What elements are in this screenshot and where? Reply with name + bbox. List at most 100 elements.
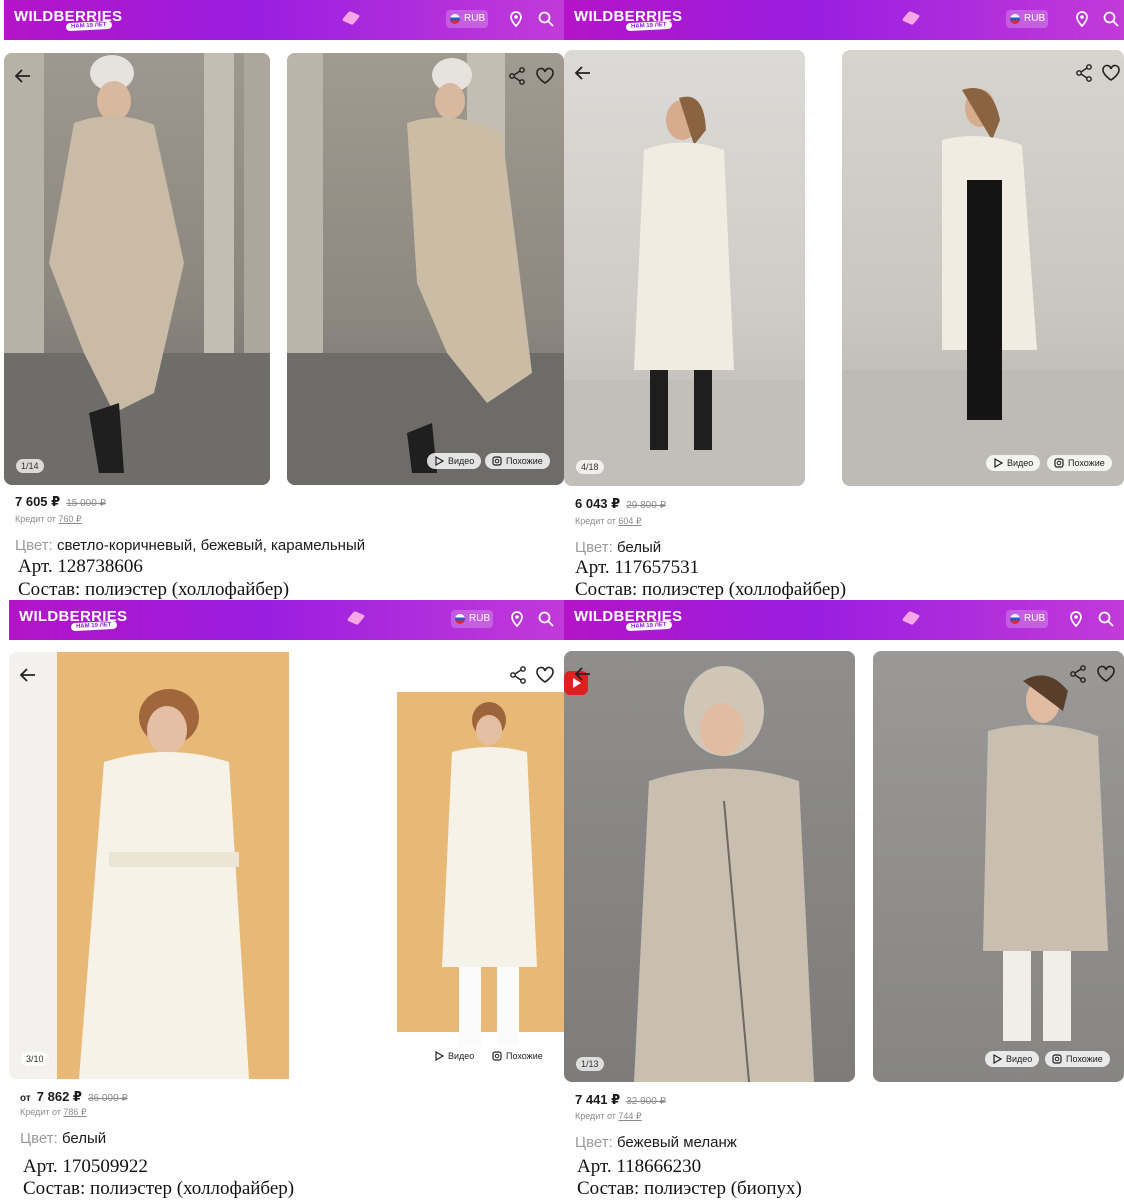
credit-label: Кредит от	[20, 1107, 61, 1117]
heart-icon[interactable]	[534, 664, 556, 686]
currency-selector[interactable]: RUB	[1006, 10, 1048, 28]
article-number: Арт. 117657531	[575, 557, 700, 578]
heart-icon[interactable]	[1095, 663, 1117, 685]
currency-selector[interactable]: RUB	[451, 610, 493, 628]
article-number: Арт. 118666230	[577, 1156, 702, 1177]
similar-button[interactable]: Похожие	[1047, 455, 1112, 471]
back-arrow-icon[interactable]	[12, 65, 34, 87]
credit-info[interactable]: Кредит от 786 ₽	[20, 1107, 87, 1118]
photo-counter: 3/10	[21, 1052, 49, 1066]
play-icon	[435, 456, 444, 466]
price-block: от 7 862 ₽ 36 000 ₽	[20, 1089, 128, 1105]
location-icon[interactable]	[1073, 10, 1091, 28]
color-value: белый	[61, 1130, 107, 1147]
product-card-3: WILDBERRIES НАМ 19 ЛЕТ RUB 3/10 Видео По…	[9, 600, 569, 1200]
color-info: Цвет: белый	[575, 539, 661, 556]
photo-illustration	[287, 53, 564, 485]
heart-icon[interactable]	[1100, 62, 1122, 84]
similar-label: Похожие	[506, 1051, 543, 1061]
location-icon[interactable]	[507, 10, 525, 28]
share-icon[interactable]	[506, 65, 528, 87]
product-photo-main[interactable]: 4/18	[564, 50, 805, 486]
share-icon[interactable]	[1067, 663, 1089, 685]
credit-label: Кредит от	[15, 514, 56, 524]
location-icon[interactable]	[1067, 610, 1085, 628]
currency-label: RUB	[469, 613, 491, 624]
old-price: 15 000 ₽	[66, 498, 106, 509]
back-arrow-icon[interactable]	[572, 62, 594, 84]
anniversary-badge: НАМ 19 ЛЕТ	[70, 620, 117, 632]
product-photo-secondary[interactable]: Видео Похожие	[347, 652, 569, 1079]
video-button[interactable]: Видео	[985, 1051, 1040, 1067]
app-header: WILDBERRIES НАМ 19 ЛЕТ RUB	[564, 600, 1124, 640]
flag-icon	[455, 614, 465, 624]
play-icon	[993, 1054, 1002, 1064]
photo-illustration	[564, 96, 805, 486]
back-arrow-icon[interactable]	[572, 663, 594, 685]
composition: Состав: полиэстер (холлофайбер)	[575, 579, 847, 600]
product-photo-secondary[interactable]: Видео Похожие	[873, 651, 1124, 1082]
color-value: бежевый меланж	[616, 1134, 737, 1151]
product-photo-main[interactable]: 3/10	[9, 652, 307, 1079]
credit-amount: 760 ₽	[58, 514, 82, 524]
video-button[interactable]: Видео	[986, 455, 1041, 471]
product-photo-main[interactable]: 1/13	[564, 651, 855, 1082]
similar-button[interactable]: Похожие	[485, 1048, 550, 1064]
current-price: 6 043 ₽	[575, 496, 621, 511]
share-icon[interactable]	[1073, 62, 1095, 84]
product-photo-main[interactable]: 1/14	[4, 53, 270, 485]
flag-icon	[450, 14, 460, 24]
credit-label: Кредит от	[575, 1111, 616, 1121]
flag-icon	[1010, 14, 1020, 24]
search-icon[interactable]	[1102, 10, 1120, 28]
currency-selector[interactable]: RUB	[1006, 610, 1048, 628]
photo-illustration	[4, 53, 270, 485]
color-info: Цвет: бежевый меланж	[575, 1134, 737, 1151]
composition: Состав: полиэстер (биопух)	[577, 1178, 802, 1199]
old-price: 36 000 ₽	[87, 1093, 128, 1104]
article-number: Арт. 170509922	[23, 1156, 148, 1177]
product-card-1: WILDBERRIES НАМ 19 ЛЕТ RUB 1/14 Видео По…	[4, 0, 564, 600]
color-label: Цвет:	[575, 1134, 613, 1151]
price-block: 7 441 ₽ 32 900 ₽	[575, 1092, 666, 1108]
decoration	[901, 10, 921, 26]
current-price: 7 441 ₽	[575, 1092, 621, 1107]
search-icon[interactable]	[1097, 610, 1115, 628]
search-icon[interactable]	[537, 10, 555, 28]
photo-counter: 4/18	[576, 460, 604, 474]
similar-icon	[492, 1051, 502, 1061]
color-value: светло-коричневый, бежевый, карамельный	[56, 537, 366, 554]
share-icon[interactable]	[507, 664, 529, 686]
similar-button[interactable]: Похожие	[485, 453, 550, 469]
heart-icon[interactable]	[534, 65, 556, 87]
photo-illustration	[564, 666, 814, 1082]
product-photo-secondary[interactable]: Видео Похожие	[287, 53, 564, 485]
similar-label: Похожие	[506, 456, 543, 466]
product-card-2: WILDBERRIES НАМ 19 ЛЕТ RUB 4/18 Видео По…	[564, 0, 1124, 600]
color-label: Цвет:	[15, 537, 53, 554]
credit-info[interactable]: Кредит от 760 ₽	[15, 514, 82, 525]
video-label: Видео	[448, 1051, 475, 1061]
video-label: Видео	[1007, 458, 1034, 468]
back-arrow-icon[interactable]	[17, 664, 39, 686]
photo-illustration	[397, 692, 569, 1047]
search-icon[interactable]	[537, 610, 555, 628]
video-button[interactable]: Видео	[427, 453, 482, 469]
video-label: Видео	[448, 456, 475, 466]
video-button[interactable]: Видео	[427, 1048, 482, 1064]
similar-icon	[492, 456, 502, 466]
currency-label: RUB	[1024, 13, 1046, 24]
photo-illustration	[9, 652, 289, 1079]
credit-info[interactable]: Кредит от 744 ₽	[575, 1111, 642, 1122]
current-price: 7 862 ₽	[36, 1089, 82, 1104]
credit-amount: 744 ₽	[618, 1111, 642, 1121]
anniversary-badge: НАМ 19 ЛЕТ	[625, 20, 672, 32]
credit-info[interactable]: Кредит от 604 ₽	[575, 516, 642, 527]
currency-label: RUB	[464, 13, 486, 24]
color-value: белый	[616, 539, 662, 556]
product-photo-secondary[interactable]: Видео Похожие	[842, 50, 1124, 486]
similar-button[interactable]: Похожие	[1045, 1051, 1110, 1067]
currency-selector[interactable]: RUB	[446, 10, 488, 28]
play-icon	[994, 458, 1003, 468]
location-icon[interactable]	[508, 610, 526, 628]
